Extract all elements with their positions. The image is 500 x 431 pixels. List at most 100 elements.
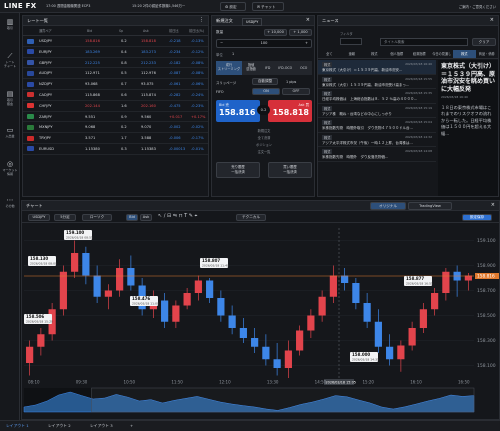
slippage-value[interactable]: 1 pips (286, 80, 296, 84)
tab-oco[interactable]: OCO (295, 61, 312, 75)
bid-price[interactable]: 9.551 (85, 112, 95, 123)
ask-price[interactable]: 1.15383 (141, 144, 156, 155)
tab-ifd[interactable]: IFD (260, 61, 276, 75)
rate-row[interactable]: CADJPY 115.868 0.6 115.874 -0.282 -0.24% (23, 90, 208, 101)
bid-price[interactable]: 202.144 (85, 101, 100, 112)
rate-row[interactable]: AUDJPY 112.971 0.5 112.976 -0.087 -0.08% (23, 68, 208, 80)
news-item[interactable]: 株式 2026/03/18 15:04 米株指数先物 時間外取引 ダウ先物４７５００… (318, 118, 436, 133)
tab-ifd-oco[interactable]: IFD-OCO (275, 61, 296, 75)
bid-toggle[interactable]: Bid (126, 214, 138, 221)
order-link-new[interactable]: 新規注文 (242, 128, 286, 135)
bid-price[interactable]: 9.068 (85, 122, 95, 133)
chart-pair-select[interactable]: USDJPY (28, 214, 50, 221)
plus-icon[interactable]: + (305, 40, 308, 47)
rate-row[interactable]: CHFJPY 202.144 1.6 202.160 -0.475 -0.23% (23, 101, 208, 112)
news-item[interactable]: 株式 2026/03/18 15:55 東京株式（大引）１５３９円高、新油市況受け高… (318, 75, 436, 89)
buy-button[interactable]: Ask 買 158.818 (268, 100, 312, 122)
close-icon[interactable]: × (306, 17, 310, 23)
feedback-link[interactable]: ご案内・ご意見ください (459, 4, 496, 9)
close-sell-all-button[interactable]: 売り履歴 一括決済 (216, 162, 260, 178)
rate-row[interactable]: MXNJPY 9.068 0.2 9.070 -0.002 -0.02% (23, 122, 208, 134)
ticker-news-1[interactable]: 17:00 週間金融機関連 ECP3 (46, 3, 90, 8)
news-tab[interactable]: 今日の見通し (431, 50, 454, 58)
filter-select[interactable] (340, 38, 362, 45)
ask-price[interactable]: 93.075 (141, 79, 154, 90)
order-pair-select[interactable]: USDJPY (242, 18, 263, 26)
bid-price[interactable]: 1.15380 (85, 144, 100, 155)
rate-row[interactable]: GBPJPY 212.225 0.8 212.233 -0.182 -0.08% (23, 58, 208, 69)
bid-price[interactable]: 115.868 (85, 90, 100, 101)
news-item[interactable]: 株式 2026/03/18 16:40 東京株式（大引け）＝１５３９円高、新油市況安… (318, 60, 436, 75)
bid-price[interactable]: 183.269 (85, 47, 100, 58)
rate-row[interactable]: TRYJPY 3.571 1.7 3.588 -0.006 -0.17% (23, 133, 208, 144)
draw-tool-icons[interactable]: ↖ ∕ ⊟ ⇋ ⊓ T ✎ ⌖ (158, 213, 197, 219)
tab-market-streaming[interactable]: 成行 ストリーミング (216, 61, 242, 75)
minus-icon[interactable]: − (220, 40, 223, 47)
close-icon[interactable]: × (490, 17, 494, 23)
news-tab[interactable]: 個人指標 (386, 50, 409, 58)
news-tab[interactable]: 経済指標 (408, 50, 431, 58)
ask-toggle[interactable]: Ask (140, 214, 152, 221)
rate-row[interactable]: ZARJPY 9.551 0.9 9.560 +0.017 +0.17% (23, 112, 208, 123)
ask-price[interactable]: 158.818 (141, 36, 156, 47)
add-layout-icon[interactable]: + (130, 423, 133, 428)
news-tab[interactable]: 速報 (341, 50, 364, 58)
ask-price[interactable]: 112.976 (141, 68, 156, 79)
sidebar-item-deposit[interactable]: ▭ 入出金 (0, 127, 20, 139)
ask-price[interactable]: 183.273 (141, 47, 156, 58)
chat-button[interactable]: ✉ チャット (252, 2, 284, 11)
save-settings-button[interactable]: 設定保存 (462, 214, 492, 221)
news-tab[interactable]: 商品・債券 (476, 50, 499, 58)
bid-price[interactable]: 93.068 (85, 79, 98, 90)
sidebar-item-other[interactable]: ⋯ その他 (0, 197, 20, 209)
ask-price[interactable]: 115.874 (141, 90, 156, 101)
ask-price[interactable]: 9.560 (141, 112, 151, 123)
bid-price[interactable]: 158.816 (85, 36, 100, 47)
layout-tab-2[interactable]: レイアウト 2 (48, 423, 71, 429)
rate-row[interactable]: EURJPY 183.269 0.4 183.273 -0.234 -0.12% (23, 47, 208, 58)
qty-input[interactable]: −100 + (216, 39, 312, 48)
tab-tradingview[interactable]: TradingView (408, 202, 452, 210)
sidebar-item-trade[interactable]: ▥ 取引 (0, 19, 20, 31)
chart-interval-select[interactable]: 5分足 (54, 214, 76, 221)
news-tab[interactable]: 株式 (363, 50, 386, 58)
layout-tab-3[interactable]: レイアウト 3 (90, 423, 113, 429)
tab-limit[interactable]: 指値 逆指値 (241, 61, 261, 75)
sidebar-item-history[interactable]: ▤ 取引 照会 (0, 91, 20, 106)
ask-price[interactable]: 202.160 (141, 101, 156, 112)
qty-add-10000-button[interactable]: + 10,000 (264, 29, 287, 36)
order-link-positions[interactable]: ポジション (242, 142, 286, 149)
settings-button[interactable]: ⚙ 設定 (220, 2, 246, 11)
news-tab[interactable]: 株式 (453, 50, 476, 58)
clear-button[interactable]: クリア (472, 38, 496, 46)
order-link-close-all[interactable]: 全て決済 (242, 135, 286, 142)
news-item[interactable]: 株式 2026/03/18 14:32 アジア太平洋株式市況（午後）一時１２上昇、台… (318, 133, 436, 147)
tab-original[interactable]: オリジナル (370, 202, 406, 210)
news-item[interactable]: 株式 2026/03/18 15:35 日経平均株価は 上海総合指数は８．５２ %高… (318, 89, 436, 104)
sidebar-item-market[interactable]: ◎ マーケット 情報 (0, 161, 20, 176)
fifo-on-toggle[interactable]: ON (252, 88, 280, 95)
qty-add-1000-button[interactable]: + 1,000 (289, 29, 312, 36)
news-tab[interactable]: 全て (318, 50, 341, 58)
ask-price[interactable]: 3.588 (141, 133, 151, 144)
news-item[interactable]: 株式 2026/03/18 14:08 米株指数先物 時間外 ダウ反落先物価... (318, 147, 436, 162)
menu-icon[interactable]: ⋮ (199, 17, 204, 23)
close-icon[interactable]: × (491, 202, 495, 208)
rate-row[interactable]: NZDJPY 93.068 0.7 93.075 -0.061 -0.06% (23, 79, 208, 90)
ask-price[interactable]: 212.233 (141, 58, 156, 69)
bid-price[interactable]: 3.571 (85, 133, 95, 144)
bid-price[interactable]: 212.225 (85, 58, 100, 69)
technical-button[interactable]: テクニカル (236, 214, 266, 221)
fifo-off-toggle[interactable]: OFF (282, 88, 310, 95)
ticker-news-2[interactable]: 15:20 2件の認証件数機1,546万ー (132, 3, 185, 8)
keyword-search-input[interactable]: タイトル検索 (380, 38, 468, 46)
sidebar-item-rate-chart[interactable]: ⟋ レート チャート (0, 53, 20, 68)
ask-price[interactable]: 9.070 (141, 122, 151, 133)
chart-style-select[interactable]: ローソク (82, 214, 112, 221)
news-item[interactable]: 株式 2026/03/18 15:19 アジア株 概ね・台湾などの中心にしっかり (318, 104, 436, 118)
rate-row[interactable]: USDJPY 158.816 0.2 158.818 -0.218 -0.13% (23, 36, 208, 47)
slippage-mode-button[interactable]: 自動調整 (252, 78, 278, 85)
candlestick-chart[interactable]: 159.100 158.900 158.700 158.500 158.300 158.1… (22, 224, 499, 420)
close-buy-all-button[interactable]: 買い履歴 一括決済 (268, 162, 312, 178)
order-link-orders[interactable]: 注文一覧 (242, 149, 286, 156)
